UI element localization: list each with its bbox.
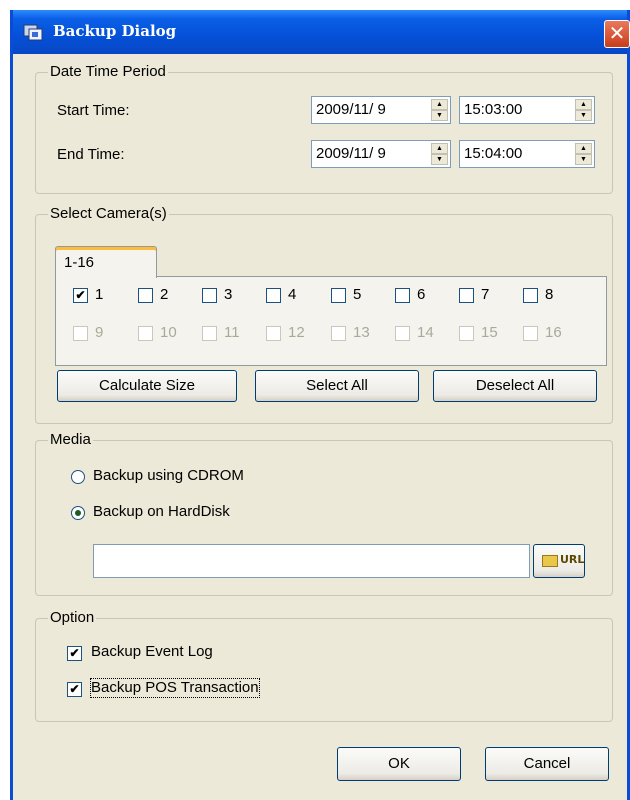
camera-1-label[interactable]: 1 (95, 286, 103, 304)
camera-16-label: 16 (545, 324, 562, 341)
start-date-field[interactable]: 2009/11/ 9 ▲ ▼ (311, 96, 451, 124)
media-label: Media (48, 431, 93, 449)
camera-15-checkbox (459, 326, 474, 341)
camera-7-checkbox[interactable] (459, 288, 474, 303)
camera-14-checkbox (395, 326, 410, 341)
end-time-value: 15:04:00 (464, 145, 523, 162)
start-time-up-icon[interactable]: ▲ (575, 99, 592, 110)
camera-6-label[interactable]: 6 (417, 286, 425, 304)
camera-13-label: 13 (353, 324, 370, 341)
cancel-button[interactable]: Cancel (485, 747, 609, 781)
camera-3-label[interactable]: 3 (224, 286, 232, 304)
title-bar[interactable]: Backup Dialog ✕ (13, 10, 630, 54)
deselect-all-button[interactable]: Deselect All (433, 370, 597, 402)
camera-11-label: 11 (224, 324, 240, 341)
pos-transaction-label[interactable]: Backup POS Transaction (90, 678, 260, 698)
start-time-down-icon[interactable]: ▼ (575, 110, 592, 121)
cdrom-radio[interactable] (71, 470, 85, 484)
camera-4-label[interactable]: 4 (288, 286, 296, 304)
start-time-label: Start Time: (57, 102, 130, 119)
camera-5-label[interactable]: 5 (353, 286, 361, 304)
camera-4-checkbox[interactable] (266, 288, 281, 303)
backup-path-input[interactable] (93, 544, 530, 578)
close-icon: ✕ (608, 21, 626, 45)
option-group: Option (35, 609, 613, 722)
end-time-down-icon[interactable]: ▼ (575, 154, 592, 165)
option-label: Option (48, 609, 97, 627)
end-date-down-icon[interactable]: ▼ (431, 154, 448, 165)
backup-dialog-window: Backup Dialog ✕ Date Time Period Start T… (10, 10, 630, 800)
end-time-up-icon[interactable]: ▲ (575, 143, 592, 154)
camera-9-checkbox (73, 326, 88, 341)
camera-3-checkbox[interactable] (202, 288, 217, 303)
select-all-button[interactable]: Select All (255, 370, 419, 402)
camera-6-checkbox[interactable] (395, 288, 410, 303)
camera-9-label: 9 (95, 324, 104, 341)
url-button-label: URL (560, 553, 585, 566)
calculate-size-button[interactable]: Calculate Size (57, 370, 237, 402)
camera-1-checkbox[interactable]: ✔ (73, 288, 88, 303)
camera-2-label[interactable]: 2 (160, 286, 168, 304)
tab-cameras-1-16[interactable]: 1-16 (55, 246, 157, 278)
camera-8-checkbox[interactable] (523, 288, 538, 303)
end-time-label: End Time: (57, 146, 125, 163)
tab-label: 1-16 (64, 254, 95, 271)
start-time-value: 15:03:00 (464, 101, 523, 118)
date-time-period-label: Date Time Period (48, 63, 168, 81)
camera-7-label[interactable]: 7 (481, 286, 489, 304)
date-time-period-group: Date Time Period (35, 63, 613, 194)
camera-8-label[interactable]: 8 (545, 286, 553, 304)
end-date-up-icon[interactable]: ▲ (431, 143, 448, 154)
close-button[interactable]: ✕ (604, 20, 630, 48)
camera-5-checkbox[interactable] (331, 288, 346, 303)
event-log-label[interactable]: Backup Event Log (91, 643, 213, 661)
camera-13-checkbox (331, 326, 346, 341)
camera-2-checkbox[interactable] (138, 288, 153, 303)
harddisk-radio-label[interactable]: Backup on HardDisk (93, 503, 230, 521)
start-date-down-icon[interactable]: ▼ (431, 110, 448, 121)
camera-12-label: 12 (288, 324, 305, 341)
event-log-checkbox[interactable]: ✔ (67, 646, 82, 661)
start-date-up-icon[interactable]: ▲ (431, 99, 448, 110)
camera-12-checkbox (266, 326, 281, 341)
harddisk-radio[interactable] (71, 506, 85, 520)
end-time-field[interactable]: 15:04:00 ▲ ▼ (459, 140, 595, 168)
end-date-field[interactable]: 2009/11/ 9 ▲ ▼ (311, 140, 451, 168)
window-title: Backup Dialog (53, 22, 177, 40)
start-date-value: 2009/11/ 9 (316, 101, 386, 118)
app-icon (23, 24, 43, 41)
end-date-value: 2009/11/ 9 (316, 145, 386, 162)
start-time-field[interactable]: 15:03:00 ▲ ▼ (459, 96, 595, 124)
camera-10-checkbox (138, 326, 153, 341)
cdrom-radio-label[interactable]: Backup using CDROM (93, 467, 244, 485)
ok-button[interactable]: OK (337, 747, 461, 781)
camera-10-label: 10 (160, 324, 177, 341)
camera-16-checkbox (523, 326, 538, 341)
url-browse-button[interactable]: URL (533, 544, 585, 578)
camera-15-label: 15 (481, 324, 498, 341)
radio-selected-dot (75, 510, 81, 516)
camera-14-label: 14 (417, 324, 434, 341)
pos-transaction-checkbox[interactable]: ✔ (67, 682, 82, 697)
camera-11-checkbox (202, 326, 217, 341)
folder-open-icon (542, 555, 558, 567)
select-camera-label: Select Camera(s) (48, 205, 169, 223)
